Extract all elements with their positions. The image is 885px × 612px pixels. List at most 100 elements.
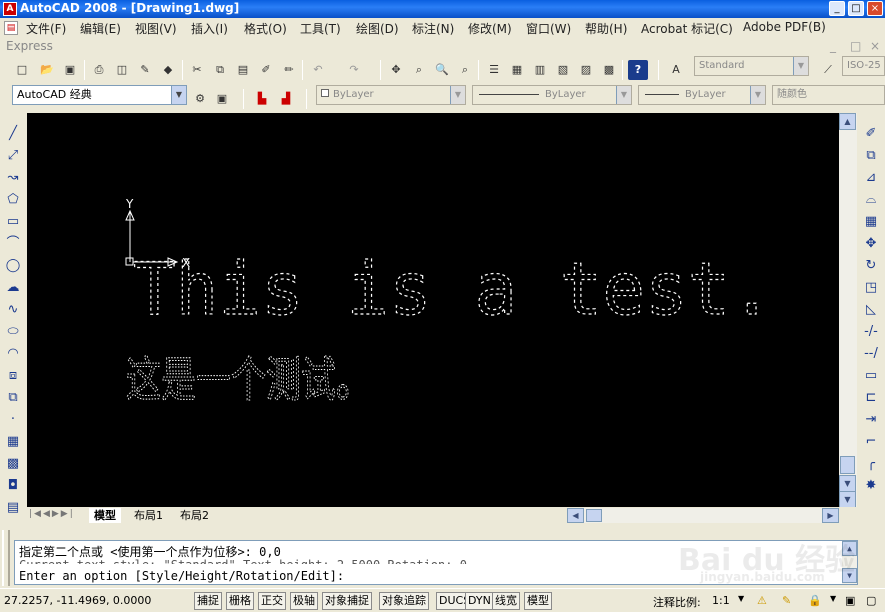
plot-style-select[interactable]: 随颜色 [772,85,885,105]
dim-style-icon[interactable]: ⟋ [818,60,838,80]
calculator-icon[interactable]: ▩ [599,60,619,80]
scroll-left-icon[interactable]: ◀ [567,508,584,523]
zoom-previous-icon[interactable]: ⌕ [455,60,475,80]
chevron-down-icon[interactable]: ▼ [830,594,836,603]
doc-restore-button[interactable]: □ [850,39,861,53]
color-select[interactable]: ByLayer ▼ [316,85,466,105]
plot-icon[interactable]: ⎙ [89,60,109,80]
ellipse-icon[interactable]: ⬭ [3,322,23,342]
workspace-select[interactable]: AutoCAD 经典 ▼ [12,85,187,105]
zoom-window-icon[interactable]: 🔍 [432,60,452,80]
erase-icon[interactable]: ✐ [861,124,881,144]
text-style-select[interactable]: Standard ▼ [694,56,809,76]
toggle-dyn[interactable]: DYN [465,592,494,610]
menu-help[interactable]: 帮助(H) [585,20,627,37]
rectangle-icon[interactable]: ▭ [3,212,23,232]
pdf-create-icon[interactable]: ▙ [252,89,272,109]
auto-scale-icon[interactable]: ✎ [782,594,791,607]
lock-icon[interactable]: 🔒 [808,594,822,607]
tool-palettes-icon[interactable]: ▥ [530,60,550,80]
3d-dwf-icon[interactable]: ◆ [158,60,178,80]
pdf-settings-icon[interactable]: ▟ [276,89,296,109]
polyline-icon[interactable]: ↝ [3,168,23,188]
doc-minimize-button[interactable]: _ [830,39,836,53]
save-icon[interactable]: ▣ [60,60,80,80]
properties-icon[interactable]: ☰ [484,60,504,80]
hatch-icon[interactable]: ▦ [3,432,23,452]
lineweight-select[interactable]: ByLayer ▼ [638,85,766,105]
menu-draw[interactable]: 绘图(D) [356,20,399,37]
clean-screen-icon[interactable]: ▢ [866,594,876,607]
explode-icon[interactable]: ✸ [861,476,881,496]
line-icon[interactable]: ╱ [3,124,23,144]
copy-icon[interactable]: ⧉ [210,60,230,80]
autocad-app-icon[interactable]: A [3,2,17,16]
undo-icon[interactable]: ↶ [308,60,328,80]
workspace-settings-icon[interactable]: ⚙ [190,89,210,109]
scroll-right-icon[interactable]: ▶ [822,508,839,523]
cut-icon[interactable]: ✂ [187,60,207,80]
zoom-realtime-icon[interactable]: ⌕ [409,60,429,80]
block-editor-icon[interactable]: ✏ [279,60,299,80]
linetype-select[interactable]: ByLayer ▼ [472,85,632,105]
doc-close-button[interactable]: × [870,39,880,53]
coordinates-readout[interactable]: 27.2257, -11.4969, 0.0000 [4,594,151,607]
command-prompt[interactable]: Enter an option [Style/Height/Rotation/E… [19,569,344,583]
ellipse-arc-icon[interactable]: ◠ [3,344,23,364]
workspace-save-icon[interactable]: ▣ [212,89,232,109]
redo-icon[interactable]: ↷ [344,60,364,80]
sheet-set-icon[interactable]: ▧ [553,60,573,80]
tab-nav-arrows[interactable]: |◀◀▶▶| [29,509,75,519]
scroll-thumb[interactable] [586,509,602,522]
menu-adobe-pdf[interactable]: Adobe PDF(B) [743,20,826,34]
fillet-icon[interactable]: ╭ [861,454,881,474]
dim-style-select[interactable]: ISO-25 [842,56,885,76]
document-icon[interactable]: ▤ [4,21,18,35]
tab-layout2[interactable]: 布局2 [175,508,214,523]
region-icon[interactable]: ◘ [3,476,23,496]
circle-icon[interactable]: ◯ [3,256,23,276]
markup-icon[interactable]: ▨ [576,60,596,80]
horizontal-scrollbar[interactable]: ◀ ▶ [567,508,839,523]
close-button[interactable]: × [867,1,883,16]
paste-icon[interactable]: ▤ [233,60,253,80]
scale-icon[interactable]: ◳ [861,278,881,298]
toggle-ortho[interactable]: 正交 [258,592,286,610]
publish-icon[interactable]: ✎ [135,60,155,80]
join-icon[interactable]: ⇥ [861,410,881,430]
scroll-down-icon[interactable]: ▼ [839,491,856,508]
toggle-model[interactable]: 模型 [524,592,552,610]
help-icon[interactable]: ? [628,60,648,80]
arc-icon[interactable]: ⌒ [3,234,23,254]
menu-modify[interactable]: 修改(M) [468,20,512,37]
menu-window[interactable]: 窗口(W) [526,20,571,37]
scroll-up-icon[interactable]: ▲ [839,113,856,130]
menu-view[interactable]: 视图(V) [135,20,177,37]
express-menu[interactable]: Express [6,39,53,53]
move-icon[interactable]: ✥ [861,234,881,254]
drawing-area[interactable]: Y X This is a test. 这是一个测试。 [27,113,839,507]
revision-cloud-icon[interactable]: ☁ [3,278,23,298]
annotation-visibility-icon[interactable]: ⚠ [757,594,767,607]
toggle-polar[interactable]: 极轴 [290,592,318,610]
toggle-grid[interactable]: 栅格 [226,592,254,610]
scroll-down-icon[interactable]: ▼ [839,475,856,492]
point-icon[interactable]: · [3,410,23,430]
vertical-scrollbar[interactable]: ▲ ▼ ▼ [839,113,857,508]
toggle-lineweight[interactable]: 线宽 [492,592,520,610]
gradient-icon[interactable]: ▩ [3,454,23,474]
minimize-button[interactable]: _ [829,1,845,16]
break-at-point-icon[interactable]: ▭ [861,366,881,386]
new-icon[interactable]: □ [12,60,32,80]
offset-icon[interactable]: ⌓ [861,190,881,210]
match-properties-icon[interactable]: ✐ [256,60,276,80]
restore-button[interactable]: □ [848,1,864,16]
menu-acrobat[interactable]: Acrobat 标记(C) [641,20,733,37]
rotate-icon[interactable]: ↻ [861,256,881,276]
insert-block-icon[interactable]: ⧈ [3,366,23,386]
annotation-scale-value[interactable]: 1:1 [712,594,730,607]
construction-line-icon[interactable]: ⤢ [3,146,23,166]
canvas-text-chinese[interactable]: 这是一个测试。 [126,352,372,409]
open-icon[interactable]: 📂 [37,60,57,80]
canvas-text-english[interactable]: This is a test. [132,246,773,331]
